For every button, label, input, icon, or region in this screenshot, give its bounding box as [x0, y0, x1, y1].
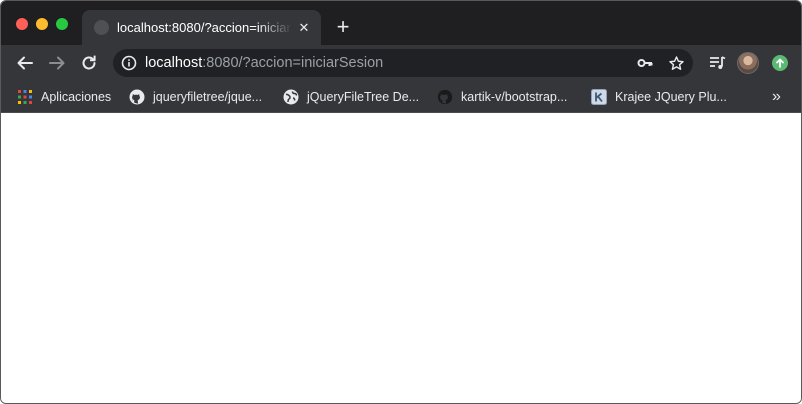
- bookmark-jqueryfiletree-github[interactable]: jqueryfiletree/jque...: [129, 86, 262, 108]
- forward-arrow-icon: [49, 56, 65, 70]
- bookmark-label: kartik-v/bootstrap...: [461, 90, 568, 104]
- url-text[interactable]: localhost:8080/?accion=iniciarSesion: [145, 54, 383, 72]
- maximize-window-button[interactable]: [56, 18, 68, 30]
- avatar: [737, 52, 759, 74]
- reload-icon: [82, 55, 96, 70]
- browser-tab[interactable]: localhost:8080/?accion=iniciarSesion ✕: [82, 10, 321, 45]
- bookmark-krajee[interactable]: Krajee JQuery Plu...: [591, 86, 727, 108]
- github-icon: [129, 89, 145, 105]
- github-icon: [437, 89, 453, 105]
- globe-icon: [283, 89, 299, 105]
- info-icon[interactable]: [121, 55, 137, 71]
- bookmark-label: jqueryfiletree/jque...: [153, 90, 263, 104]
- star-icon: [668, 55, 684, 70]
- new-tab-button[interactable]: +: [332, 16, 354, 39]
- bookmark-aplicaciones[interactable]: Aplicaciones: [17, 86, 111, 108]
- url-path: :8080/?accion=iniciarSesion: [202, 55, 384, 71]
- tab-title: localhost:8080/?accion=iniciarSesion: [117, 20, 292, 35]
- url-host: localhost: [145, 55, 203, 71]
- key-icon: [637, 59, 653, 67]
- bookmark-jqueryfiletree-demo[interactable]: jQueryFileTree De...: [283, 86, 419, 108]
- bookmarks-bar: Aplicaciones jqueryfiletree/jque... jQue…: [1, 81, 801, 113]
- bookmark-label: Krajee JQuery Plu...: [615, 90, 727, 104]
- extension-button[interactable]: [768, 51, 792, 75]
- extension-upload-icon: [772, 55, 788, 71]
- back-arrow-icon: [17, 56, 33, 70]
- media-controls-button[interactable]: [705, 51, 729, 75]
- password-key-button[interactable]: [635, 53, 655, 73]
- apps-grid-icon: [17, 89, 33, 105]
- tab-close-button[interactable]: ✕: [296, 20, 312, 36]
- toolbar: localhost:8080/?accion=iniciarSesion: [1, 45, 801, 81]
- reload-button[interactable]: [77, 51, 101, 75]
- bookmark-kartik-github[interactable]: kartik-v/bootstrap...: [437, 86, 567, 108]
- back-button[interactable]: [13, 51, 37, 75]
- page-content: [1, 113, 801, 403]
- minimize-window-button[interactable]: [36, 18, 48, 30]
- bookmark-label: jQueryFileTree De...: [307, 90, 420, 104]
- globe-icon: [94, 20, 109, 35]
- address-bar[interactable]: localhost:8080/?accion=iniciarSesion: [113, 49, 693, 77]
- forward-button[interactable]: [45, 51, 69, 75]
- bookmarks-overflow-button[interactable]: »: [772, 86, 781, 108]
- playlist-music-icon: [710, 56, 726, 69]
- browser-window: localhost:8080/?accion=iniciarSesion ✕ +: [0, 0, 802, 404]
- title-bar: localhost:8080/?accion=iniciarSesion ✕ +: [1, 1, 801, 45]
- profile-avatar-button[interactable]: [736, 51, 760, 75]
- bookmark-star-button[interactable]: [666, 53, 686, 73]
- bookmark-label: Aplicaciones: [41, 90, 112, 104]
- close-window-button[interactable]: [16, 18, 28, 30]
- krajee-icon: [591, 89, 607, 105]
